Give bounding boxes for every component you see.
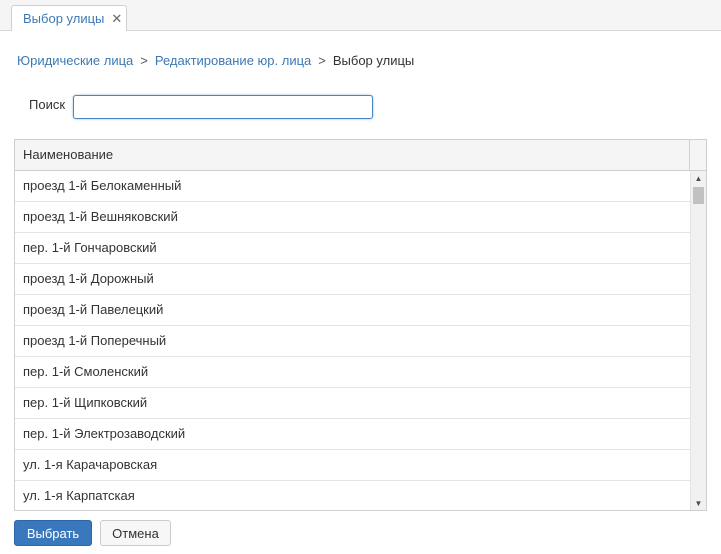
grid-header: Наименование — [15, 140, 706, 171]
search-input[interactable] — [73, 95, 373, 119]
table-row[interactable]: проезд 1-й Вешняковский — [15, 202, 690, 233]
table-row[interactable]: ул. 1-я Карпатская — [15, 481, 690, 510]
scroll-up-icon[interactable]: ▲ — [691, 171, 706, 185]
table-row[interactable]: ул. 1-я Карачаровская — [15, 450, 690, 481]
table-row[interactable]: пер. 1-й Смоленский — [15, 357, 690, 388]
streets-grid: Наименование проезд 1-й Белокаменный про… — [14, 139, 707, 511]
search-label: Поиск — [29, 97, 66, 112]
table-row[interactable]: пер. 1-й Гончаровский — [15, 233, 690, 264]
table-row[interactable]: проезд 1-й Павелецкий — [15, 295, 690, 326]
table-row[interactable]: проезд 1-й Поперечный — [15, 326, 690, 357]
cancel-button[interactable]: Отмена — [100, 520, 171, 546]
tab-select-street[interactable]: Выбор улицы ✕ — [11, 5, 127, 31]
tab-label: Выбор улицы — [23, 11, 105, 26]
vertical-scrollbar[interactable]: ▲ ▼ — [690, 171, 706, 510]
table-row[interactable]: пер. 1-й Электрозаводский — [15, 419, 690, 450]
breadcrumb-current: Выбор улицы — [332, 53, 415, 68]
breadcrumb-link-edit-legal-entity[interactable]: Редактирование юр. лица — [155, 53, 311, 68]
close-icon[interactable]: ✕ — [111, 12, 122, 25]
breadcrumb-separator: > — [140, 53, 148, 68]
grid-header-filler — [690, 140, 706, 170]
table-row[interactable]: пер. 1-й Щипковский — [15, 388, 690, 419]
breadcrumb-link-legal-entities[interactable]: Юридические лица — [17, 53, 133, 68]
grid-rows: проезд 1-й Белокаменный проезд 1-й Вешня… — [15, 171, 690, 510]
table-row[interactable]: проезд 1-й Белокаменный — [15, 171, 690, 202]
breadcrumb: Юридические лица > Редактирование юр. ли… — [17, 53, 414, 68]
table-row[interactable]: проезд 1-й Дорожный — [15, 264, 690, 295]
scroll-down-icon[interactable]: ▼ — [691, 496, 706, 510]
tab-strip: Выбор улицы ✕ — [0, 0, 721, 31]
breadcrumb-separator: > — [318, 53, 326, 68]
select-button[interactable]: Выбрать — [14, 520, 92, 546]
column-header-name[interactable]: Наименование — [15, 140, 690, 170]
grid-body: проезд 1-й Белокаменный проезд 1-й Вешня… — [15, 171, 706, 510]
scrollbar-thumb[interactable] — [693, 187, 704, 204]
